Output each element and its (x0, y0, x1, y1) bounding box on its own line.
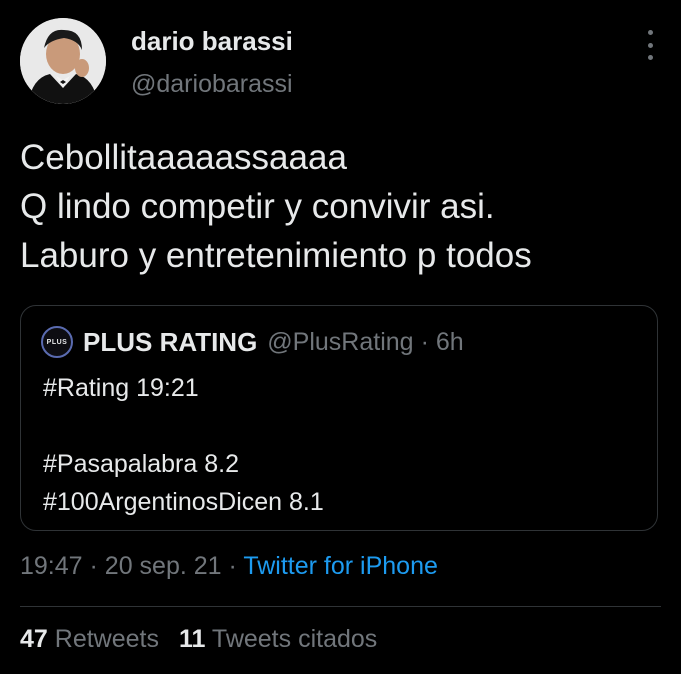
retweets-count: 47 (20, 625, 48, 653)
more-dot (647, 55, 653, 60)
more-dot (647, 30, 653, 35)
quoted-timestamp: 6h (435, 327, 464, 356)
quotes-stat[interactable]: 11 Tweets citados (179, 625, 377, 653)
author-avatar[interactable] (20, 18, 106, 104)
tweet-text: Cebollitaaaaassaaaa Q lindo competir y c… (20, 133, 660, 280)
retweets-stat[interactable]: 47 Retweets (20, 625, 159, 653)
more-dot (647, 42, 653, 48)
tweet-line: Cebollitaaaaassaaaa (20, 138, 347, 177)
retweets-label: Retweets (54, 625, 159, 653)
tweet-stats: 47 Retweets 11 Tweets citados (20, 625, 377, 654)
quoted-tweet-text: #Rating 19:21 #Pasapalabra 8.2 #100Argen… (43, 369, 324, 521)
tweet-header: dario barassi @dariobarassi (20, 18, 661, 108)
quoted-line-blank (43, 407, 324, 445)
tweet-line: Laburo y entretenimiento p todos (20, 236, 532, 275)
tweet-meta: 19:47 · 20 sep. 21 · Twitter for iPhone (20, 552, 438, 581)
meta-separator: · (228, 552, 237, 580)
quoted-author-name: PLUS RATING (83, 326, 258, 357)
quoted-author-handle: @PlusRating (267, 327, 414, 356)
quoted-tweet-card[interactable]: PLUS PLUS RATING @PlusRating · 6h #Ratin… (20, 305, 658, 531)
quoted-separator: · (420, 327, 429, 356)
author-display-name[interactable]: dario barassi (131, 26, 293, 57)
divider (20, 606, 661, 607)
quoted-author-avatar: PLUS (41, 326, 73, 358)
author-handle[interactable]: @dariobarassi (131, 70, 293, 99)
tweet-line: Q lindo competir y convivir asi. (20, 187, 495, 226)
more-vertical-icon[interactable] (645, 30, 655, 60)
meta-separator: · (89, 552, 98, 580)
tweet-time: 19:47 (20, 552, 83, 580)
quotes-label: Tweets citados (211, 625, 378, 653)
quoted-line: #Rating 19:21 (43, 374, 199, 402)
quoted-line: #Pasapalabra 8.2 (43, 450, 239, 478)
quotes-count: 11 (178, 625, 206, 653)
quoted-line: #100ArgentinosDicen 8.1 (43, 488, 324, 516)
tweet-date: 20 sep. 21 (104, 552, 222, 580)
quoted-tweet-header: PLUS PLUS RATING @PlusRating · 6h (41, 326, 464, 358)
tweet-source-link[interactable]: Twitter for iPhone (243, 552, 438, 580)
